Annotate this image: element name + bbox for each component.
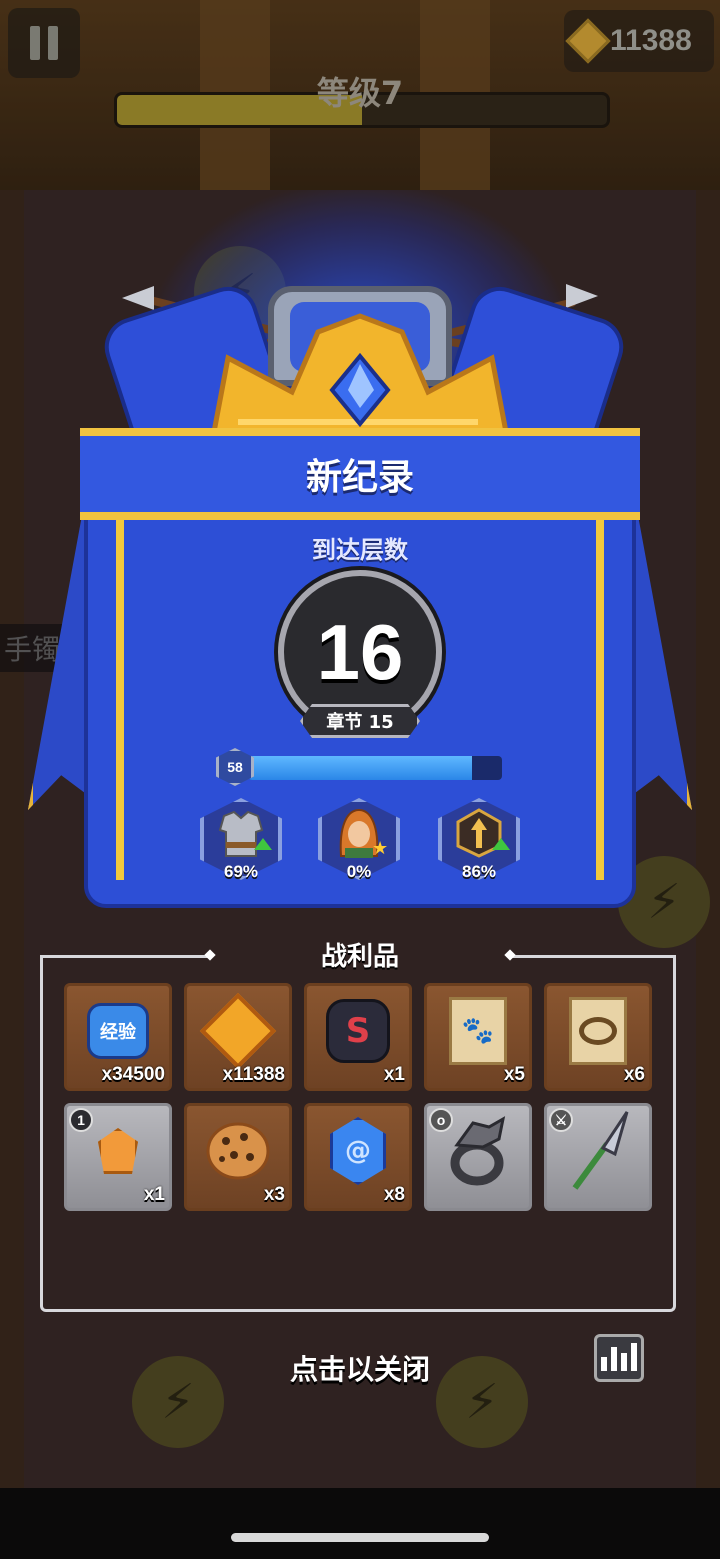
- stat-value: 86%: [461, 862, 497, 881]
- coin-amount: 11388: [610, 24, 692, 57]
- weapon-slot-icon: ⚔: [549, 1108, 573, 1132]
- loot-item[interactable]: @ x8: [304, 1103, 412, 1211]
- coin-counter: 11388: [564, 10, 714, 72]
- system-bottom-bar: [0, 1488, 720, 1559]
- armor-icon: [218, 810, 264, 857]
- ring-scroll-icon: [547, 986, 649, 1076]
- chapter-label: 章节 15: [300, 704, 420, 738]
- loot-item[interactable]: x3: [184, 1103, 292, 1211]
- item-count: x11388: [222, 1064, 285, 1085]
- level-label: 等级7: [316, 74, 404, 112]
- item-count: x6: [623, 1064, 645, 1085]
- stat-arrow: 86%: [438, 798, 520, 886]
- loot-item[interactable]: x6: [544, 983, 652, 1091]
- record-header: 新纪录: [80, 428, 640, 520]
- bar-chart-icon: [611, 1347, 617, 1371]
- bar-chart-icon: [621, 1353, 627, 1371]
- upgrade-arrow-icon: [254, 838, 272, 850]
- panel-trim-left: [116, 520, 124, 880]
- loot-item[interactable]: o: [424, 1103, 532, 1211]
- loot-item[interactable]: 经验 x34500: [64, 983, 172, 1091]
- coin-icon: [565, 18, 611, 64]
- stat-value: 0%: [346, 862, 372, 881]
- blue-crystal-icon: @: [307, 1106, 409, 1196]
- loot-title: 战利品: [320, 942, 399, 972]
- spear-tip-icon: [122, 286, 154, 310]
- ring-slot-icon: o: [429, 1108, 453, 1132]
- exp-label: 经验: [87, 1003, 149, 1059]
- floors-reached-label: 到达层数: [312, 536, 408, 564]
- loot-item[interactable]: 1 x1: [64, 1103, 172, 1211]
- item-count: x5: [503, 1064, 525, 1085]
- cookie-icon: [187, 1106, 289, 1196]
- stat-hero: ★ 0%: [318, 798, 400, 886]
- exp-icon: 经验: [67, 986, 169, 1076]
- star-icon: ★: [372, 838, 389, 859]
- paw-scroll-icon: 🐾: [427, 986, 529, 1076]
- item-count: x1: [143, 1184, 165, 1205]
- item-count: x1: [383, 1064, 405, 1085]
- bar-chart-icon: [601, 1357, 607, 1371]
- loot-item[interactable]: 🐾 x5: [424, 983, 532, 1091]
- stat-armor: 69%: [200, 798, 282, 886]
- bar-chart-icon: [631, 1343, 637, 1371]
- dark-rune-stone-icon: S: [307, 986, 409, 1076]
- item-count: x8: [383, 1184, 405, 1205]
- pause-bar: [48, 26, 58, 60]
- loot-item[interactable]: x11388: [184, 983, 292, 1091]
- floor-count: 16: [316, 607, 404, 696]
- statistics-button[interactable]: [594, 1334, 644, 1382]
- spear-tip-icon: [566, 284, 598, 308]
- loot-item[interactable]: ⚔: [544, 1103, 652, 1211]
- xp-progress-fill: [248, 756, 472, 780]
- item-level-badge: 1: [69, 1108, 93, 1132]
- stat-value: 69%: [223, 862, 259, 881]
- panel-trim-right: [596, 520, 604, 880]
- coin-bow-icon: [187, 986, 289, 1076]
- arrow-upgrade-icon: [456, 808, 502, 858]
- xp-progress-bar: [248, 756, 502, 780]
- upgrade-arrow-icon: [492, 838, 510, 850]
- loot-item[interactable]: S x1: [304, 983, 412, 1091]
- home-indicator[interactable]: [231, 1533, 489, 1542]
- item-count: x34500: [101, 1064, 165, 1085]
- item-count: x3: [263, 1184, 285, 1205]
- record-title: 新纪录: [305, 457, 414, 498]
- crown-icon: [210, 313, 510, 435]
- pause-bar: [30, 26, 40, 60]
